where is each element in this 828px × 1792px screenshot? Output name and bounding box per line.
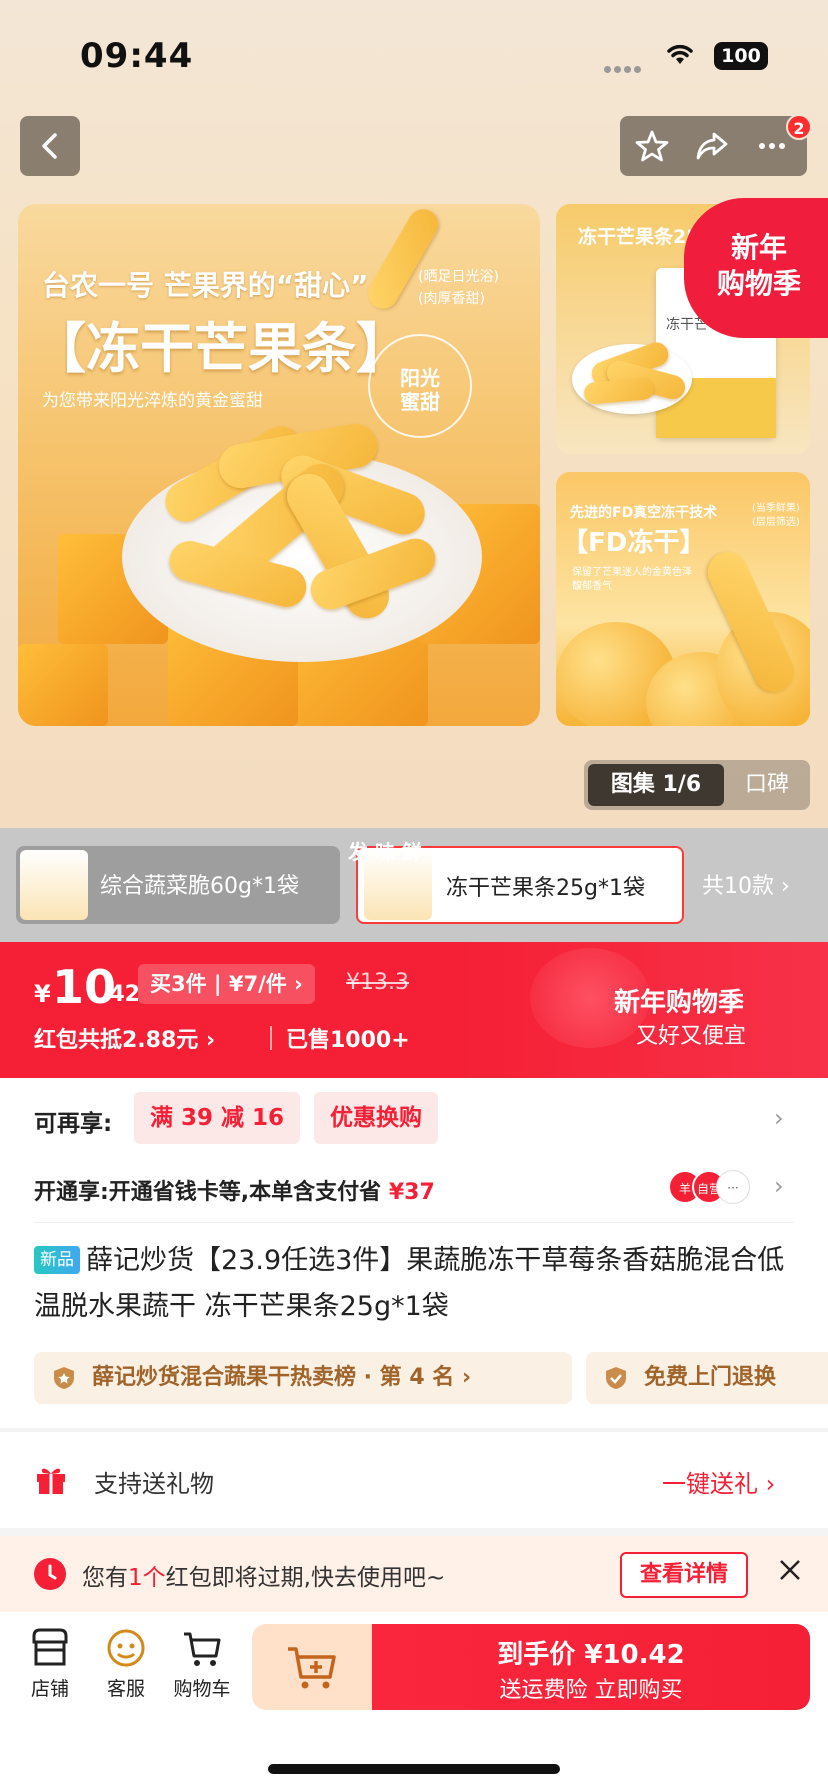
multi-buy-offer[interactable]: 买3件 | ¥7/件 › [138,964,315,1004]
main-tag: (晒足日光浴) (肉厚香甜) [418,269,499,307]
customer-service-icon [107,1629,145,1667]
free-return-badge[interactable]: 免费上门退换 [586,1352,828,1404]
wifi-icon [667,44,693,64]
main-seal: 阳光 蜜甜 [368,334,472,438]
notification-badge: 2 [786,114,812,140]
sku-2-overlay: 发 味 鲜 [348,840,422,864]
divider [270,1026,272,1050]
tab-gallery-counter[interactable]: 图集 1/6 [588,764,724,806]
gallery-thumb-2[interactable]: 先进的FD真空冻干技术 【FD冻干】 保留了芒果迷人的金黄色泽 馥郁香气 (当季… [556,472,810,726]
original-price: ¥13.3 [346,970,409,995]
thumb-2-line3: 保留了芒果迷人的金黄色泽 馥郁香气 [572,567,692,592]
extra-benefits-row[interactable]: 可再享: 满 39 减 16 优惠换购 › [34,1092,794,1146]
back-button[interactable] [20,116,80,176]
add-to-cart-button[interactable] [252,1624,372,1710]
sku-more-link[interactable]: 共10款 › [702,868,790,900]
status-bar: 09:44 100 [0,0,828,110]
product-gallery[interactable]: 09:44 100 2 台农一号 芒果界的“甜心” 【冻干芒果条】 为您带来阳光… [0,0,828,828]
product-info-card: 可再享: 满 39 减 16 优惠换购 › 开通享:开通省钱卡等,本单含支付省 … [0,1078,828,1428]
thumb-1-title: 冻干芒果条25 [578,226,700,248]
membership-saving: ¥37 [388,1180,435,1205]
price-decimal: .42 [101,982,140,1007]
product-title: 新品 薛记炒货【23.9任选3件】果蔬脆冻干草莓条香菇脆混合低温脱水果蔬干 冻干芒… [34,1245,785,1322]
bottom-action-bar: 店铺 客服 购物车 到手价 ¥10.42 送运费险 立即购买 [0,1612,828,1792]
tab-reviews[interactable]: 口碑 [730,764,804,806]
main-product-name: 【冻干芒果条】 [32,317,410,380]
share-icon[interactable] [694,128,730,164]
status-time: 09:44 [80,36,194,76]
price-currency: ¥ [34,980,51,1008]
festival-title: 新年购物季 [614,988,745,1018]
sold-count: 已售1000+ [286,1028,410,1053]
coupon-expiry-notice: 您有1个红包即将过期,快去使用吧~ 查看详情 [0,1536,828,1612]
nav-store-label: 店铺 [30,1678,69,1700]
home-indicator [268,1764,560,1774]
buy-final-price: 到手价 ¥10.42 [497,1640,685,1670]
main-subtitle: 为您带来阳光淬炼的黄金蜜甜 [42,391,263,411]
signal-icon [604,58,644,77]
coupon-chip-discount[interactable]: 满 39 减 16 [134,1092,301,1144]
new-year-promo-ribbon[interactable]: 新年 购物季 [684,198,828,338]
gift-label: 支持送礼物 [94,1470,214,1498]
add-cart-icon [288,1647,336,1689]
thumb-2-line2: 【FD冻干】 [562,528,706,558]
cart-icon [184,1632,221,1666]
close-icon[interactable] [776,1556,804,1584]
thumb-2-line1: 先进的FD真空冻干技术 [570,505,718,521]
gift-icon [37,1468,65,1494]
price-banner: ¥ 10 .42 买3件 | ¥7/件 › ¥13.3 红包共抵2.88元 › … [0,942,828,1078]
more-icon[interactable] [754,128,790,164]
battery-icon: 100 [714,42,768,70]
view-details-button[interactable]: 查看详情 [620,1552,748,1598]
clock-icon [34,1558,66,1590]
divider [34,1222,794,1223]
membership-text: 开通享:开通省钱卡等,本单含支付省 ¥37 [34,1180,435,1205]
send-gift-link[interactable]: 一键送礼 › [662,1464,775,1499]
buy-now-button[interactable]: 到手价 ¥10.42 送运费险 立即购买 [372,1624,810,1710]
notice-text: 您有1个红包即将过期,快去使用吧~ [82,1565,446,1591]
nav-cart[interactable]: 购物车 [164,1626,240,1701]
top-action-group [620,116,807,176]
benefits-label: 可再享: [34,1111,113,1137]
nav-store[interactable]: 店铺 [12,1626,88,1701]
gift-row[interactable]: 支持送礼物 一键送礼 › [0,1432,828,1528]
festival-subtitle: 又好又便宜 [636,1024,747,1049]
sku-1-label: 综合蔬菜脆60g*1袋 [100,874,299,899]
sku-2-label: 冻干芒果条25g*1袋 [446,876,645,901]
membership-benefit-row[interactable]: 开通享:开通省钱卡等,本单含支付省 ¥37 羊 自营 ··· › [34,1162,794,1216]
sku-option-1[interactable]: 综合蔬菜脆60g*1袋 [16,846,340,924]
sku-1-thumbnail [20,850,88,920]
shield-star-icon [54,1367,74,1389]
chevron-right-icon: › [774,1104,784,1132]
shield-check-icon [606,1367,626,1389]
star-icon[interactable] [634,128,670,164]
ranking-badge[interactable]: 薛记炒货混合蔬果干热卖榜 · 第 4 名 › [34,1352,572,1404]
more-dots-icon: ··· [716,1170,750,1204]
nav-customer-service[interactable]: 客服 [88,1626,164,1701]
nav-cart-label: 购物车 [173,1678,231,1700]
chevron-left-icon [42,133,57,159]
coupon-chip-exchange[interactable]: 优惠换购 [314,1092,438,1144]
chevron-right-icon: › [774,1172,784,1200]
main-headline: 台农一号 芒果界的“甜心” [42,269,369,302]
nav-customer-service-label: 客服 [106,1678,145,1700]
gallery-tabs: 图集 1/6 口碑 [584,760,810,810]
sku-option-2-selected[interactable]: 发 味 鲜 冻干芒果条25g*1袋 [348,840,684,924]
thumb-2-tag: (当季鲜果) (层层筛选) [752,503,800,528]
store-icon [32,1628,68,1666]
sku-selector: 综合蔬菜脆60g*1袋 发 味 鲜 冻干芒果条25g*1袋 共10款 › [0,828,828,942]
main-product-image[interactable]: 台农一号 芒果界的“甜心” 【冻干芒果条】 为您带来阳光淬炼的黄金蜜甜 (晒足日… [18,204,540,726]
new-product-tag: 新品 [34,1246,80,1274]
buy-subtext: 送运费险 立即购买 [499,1678,683,1703]
red-packet-discount[interactable]: 红包共抵2.88元 › [34,1022,215,1054]
